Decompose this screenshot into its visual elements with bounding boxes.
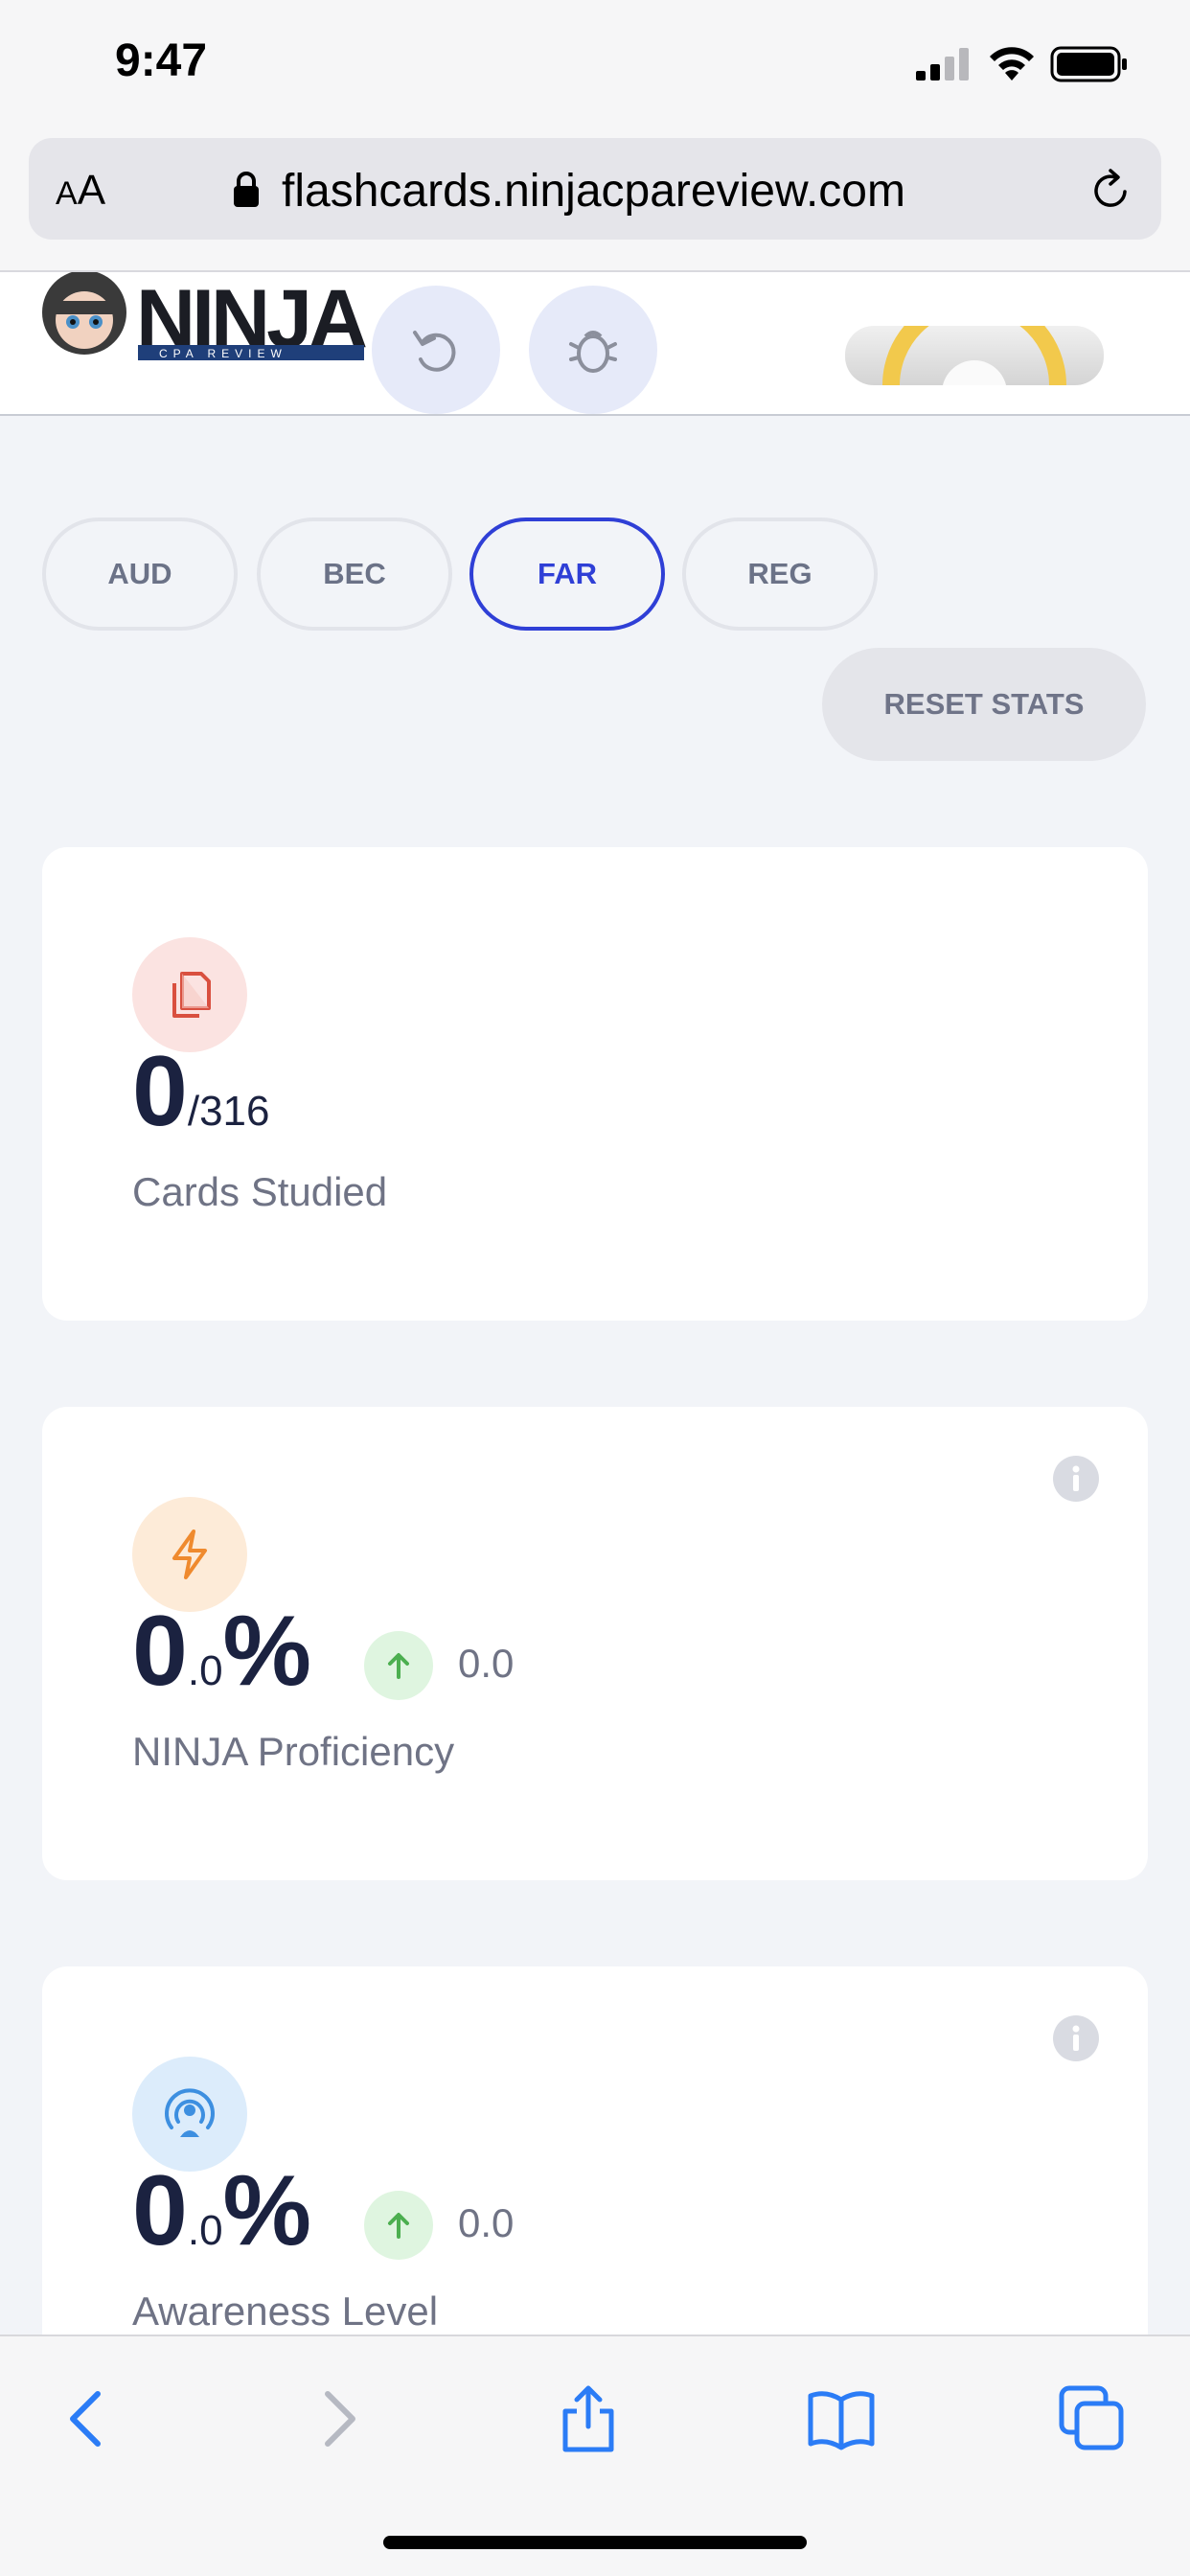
proficiency-value: 0.0% (132, 1597, 311, 1706)
url-text: flashcards.ninjacpareview.com (282, 166, 905, 217)
tab-far[interactable]: FAR (469, 518, 665, 631)
cards-copy-icon (172, 972, 211, 1018)
awareness-unit: % (222, 2155, 312, 2266)
proficiency-delta-value: 0.0 (458, 1641, 515, 1686)
proficiency-dec: .0 (187, 1647, 223, 1694)
awareness-label: Awareness Level (132, 2288, 439, 2334)
tab-aud[interactable]: AUD (42, 518, 238, 631)
proficiency-card: 0.0% 0.0 NINJA Proficiency (42, 1407, 1148, 1880)
proficiency-label: NINJA Proficiency (132, 1729, 455, 1774)
cards-studied-value: 0/316 (132, 1037, 269, 1146)
back-icon[interactable] (50, 2380, 126, 2457)
status-bar: 9:47 (0, 0, 1190, 134)
ninja-logo[interactable]: NINJA CPA REVIEW (38, 272, 374, 387)
tab-reg[interactable]: REG (682, 518, 878, 631)
report-bug-button[interactable] (529, 286, 657, 414)
reset-stats-button[interactable]: RESET STATS (822, 648, 1146, 761)
awareness-delta-badge (364, 2191, 433, 2260)
wifi-icon (990, 47, 1034, 80)
bug-icon (569, 331, 617, 373)
proficiency-delta-badge (364, 1631, 433, 1700)
progress-gauge-widget[interactable] (845, 326, 1104, 385)
cards-studied-icon-badge (132, 937, 247, 1052)
app-header: NINJA CPA REVIEW (0, 270, 1190, 416)
forward-icon[interactable] (299, 2380, 376, 2457)
text-size-button[interactable]: AA (56, 167, 105, 215)
awareness-int: 0 (132, 2155, 188, 2266)
battery-icon (1050, 46, 1127, 82)
lock-icon (234, 172, 259, 207)
gauge-arc-icon (882, 326, 1066, 385)
awareness-card: 0.0% 0.0 Awareness Level (42, 1966, 1148, 2388)
status-time: 9:47 (115, 35, 208, 86)
awareness-value: 0.0% (132, 2156, 311, 2266)
undo-icon (413, 331, 456, 372)
svg-text:CPA REVIEW: CPA REVIEW (159, 347, 287, 360)
lightning-icon (172, 1530, 207, 1579)
browser-address-area: AA flashcards.ninjacpareview.com (0, 134, 1190, 270)
reset-session-button[interactable] (372, 286, 500, 414)
tabs-icon[interactable] (1054, 2380, 1131, 2457)
cards-studied-label: Cards Studied (132, 1169, 388, 1214)
address-bar[interactable]: AA flashcards.ninjacpareview.com (29, 138, 1161, 240)
broadcast-user-icon (165, 2088, 215, 2137)
awareness-dec: .0 (187, 2207, 223, 2254)
share-icon[interactable] (550, 2380, 627, 2457)
awareness-delta-value: 0.0 (458, 2200, 515, 2245)
studied-total: /316 (187, 1088, 270, 1135)
cellular-signal-icon (916, 48, 969, 80)
arrow-up-icon (388, 2213, 409, 2239)
tab-bec[interactable]: BEC (257, 518, 452, 631)
home-indicator[interactable] (383, 2536, 807, 2549)
studied-count: 0 (132, 1036, 188, 1147)
proficiency-unit: % (222, 1596, 312, 1707)
info-icon[interactable] (1052, 1455, 1100, 1503)
cards-studied-card: 0/316 Cards Studied (42, 847, 1148, 1321)
bookmarks-icon[interactable] (803, 2380, 880, 2457)
info-icon[interactable] (1052, 2014, 1100, 2062)
proficiency-icon-badge (132, 1497, 247, 1612)
awareness-icon-badge (132, 2057, 247, 2172)
reload-icon[interactable] (1087, 167, 1134, 215)
proficiency-int: 0 (132, 1596, 188, 1707)
arrow-up-icon (388, 1653, 409, 1679)
